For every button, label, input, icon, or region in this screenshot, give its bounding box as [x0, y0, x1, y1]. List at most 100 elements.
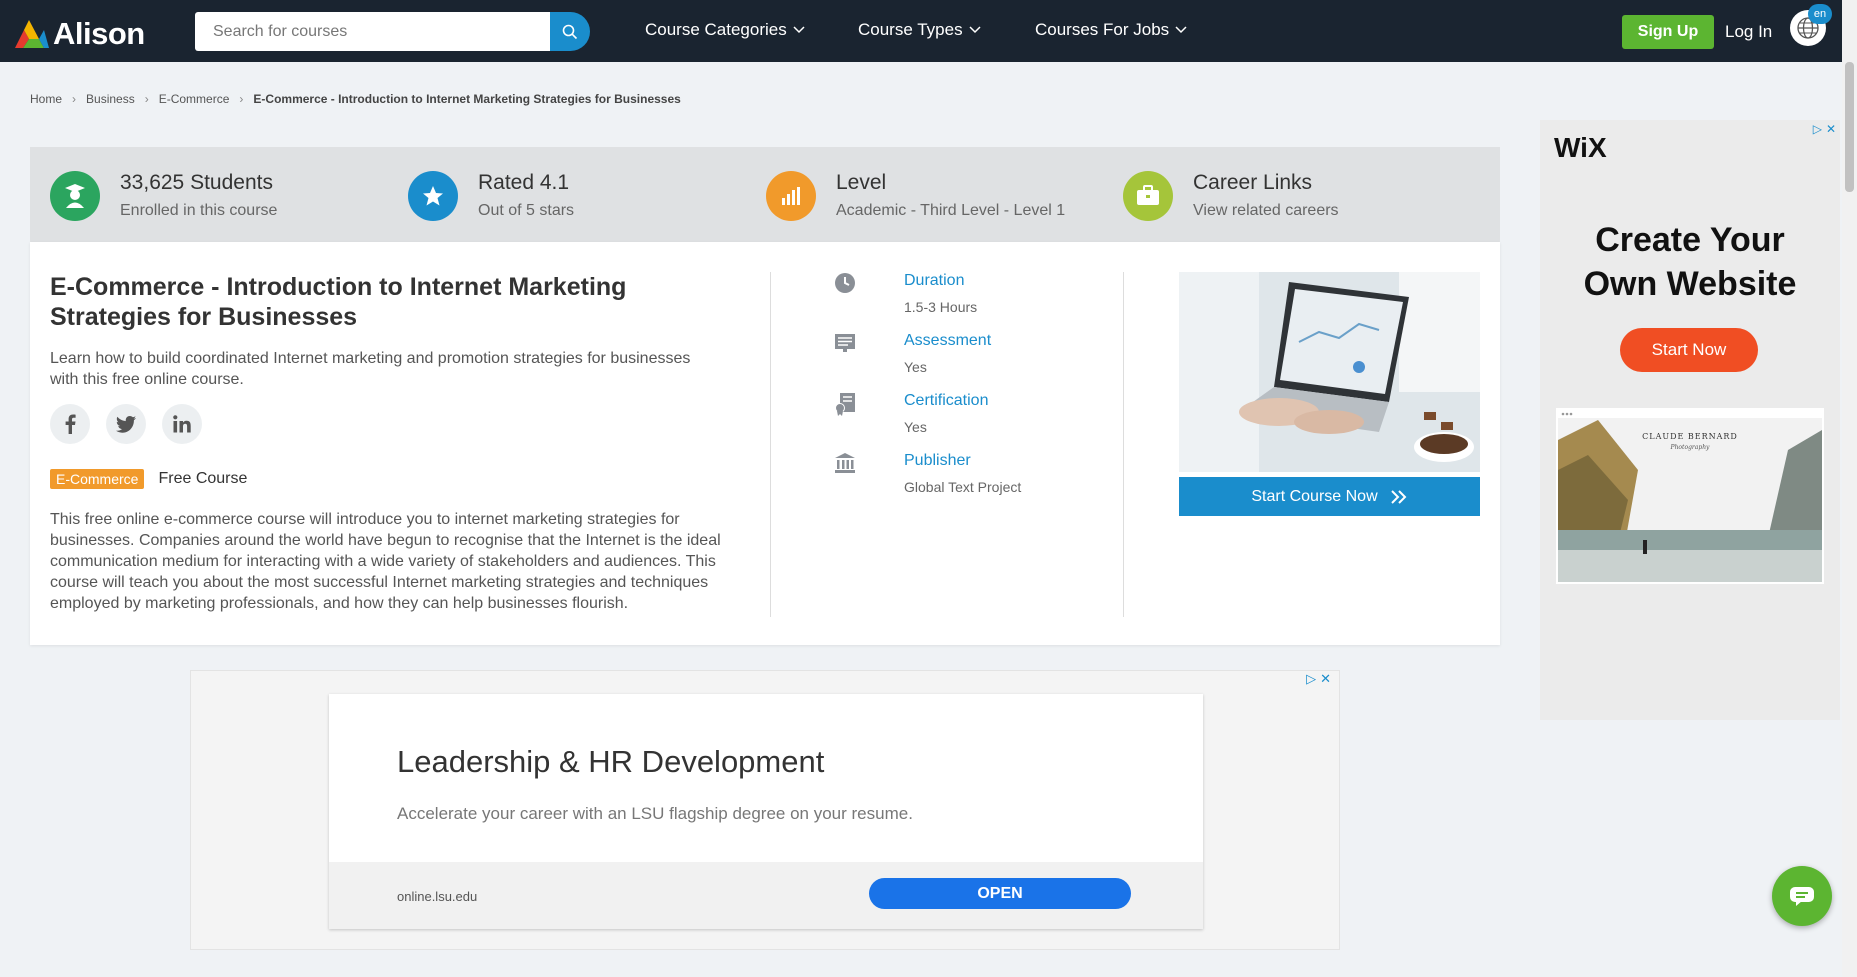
breadcrumb: Home › Business › E-Commerce › E-Commerc…	[30, 92, 681, 106]
ad-preview-subtitle: Photography	[1670, 444, 1710, 451]
detail-value: 1.5-3 Hours	[904, 299, 978, 315]
ad-choices[interactable]: ▷ ✕	[1306, 671, 1331, 687]
search-icon	[562, 24, 578, 39]
ad-headline-line: Create Your	[1595, 221, 1785, 259]
page-scrollbar[interactable]	[1842, 0, 1857, 977]
breadcrumb-ecommerce[interactable]: E-Commerce	[159, 92, 230, 106]
detail-label: Duration	[904, 272, 965, 289]
clock-icon	[830, 272, 860, 315]
detail-assessment: Assessment Yes	[830, 332, 991, 375]
stat-title: 33,625 Students	[120, 171, 273, 194]
course-tags: E-Commerce Free Course	[50, 469, 247, 489]
bank-icon	[830, 452, 860, 495]
breadcrumb-current: E-Commerce - Introduction to Internet Ma…	[253, 92, 681, 106]
logo-text: Alison	[53, 16, 145, 51]
side-advertisement[interactable]: ▷ ✕ WiX Create Your Own Website Start No…	[1540, 120, 1840, 720]
detail-value: Yes	[904, 359, 927, 375]
chevron-down-icon	[793, 26, 805, 34]
stat-career-links[interactable]: Career Links View related careers	[1123, 171, 1339, 221]
chevron-down-icon	[969, 26, 981, 34]
chevron-down-icon	[1175, 26, 1187, 34]
social-share	[50, 404, 202, 444]
scrollbar-thumb[interactable]	[1845, 62, 1854, 192]
assessment-icon	[830, 332, 860, 375]
nav-course-types[interactable]: Course Types	[858, 20, 981, 40]
search-input[interactable]	[195, 12, 550, 51]
nav-label: Course Categories	[645, 20, 787, 39]
detail-publisher: Publisher Global Text Project	[830, 452, 1021, 495]
nav-label: Course Types	[858, 20, 963, 39]
course-stats-bar: 33,625 Students Enrolled in this course …	[30, 147, 1500, 242]
ad-title: Leadership & HR Development	[397, 744, 825, 779]
ad-preview-title: CLAUDE BERNARD	[1642, 432, 1738, 441]
search-button[interactable]	[550, 12, 590, 51]
double-chevron-right-icon	[1390, 489, 1407, 504]
course-lead: Learn how to build coordinated Internet …	[50, 350, 691, 388]
ad-footer: online.lsu.edu OPEN	[329, 862, 1203, 929]
bottom-advertisement: ▷ ✕ Leadership & HR Development Accelera…	[190, 670, 1340, 950]
facebook-icon	[65, 414, 76, 434]
course-image	[1179, 272, 1480, 472]
ad-website-preview: CLAUDE BERNARD Photography	[1556, 408, 1824, 584]
twitter-icon	[116, 415, 136, 433]
linkedin-share-button[interactable]	[162, 404, 202, 444]
ad-subtitle: Accelerate your career with an LSU flags…	[397, 804, 913, 823]
chevron-right-icon: ›	[144, 92, 149, 106]
linkedin-icon	[173, 415, 191, 433]
student-icon	[50, 171, 100, 221]
ad-choices-icon: ▷	[1306, 671, 1317, 686]
stat-subtitle: Academic - Third Level - Level 1	[836, 202, 1066, 219]
stat-subtitle: Out of 5 stars	[478, 202, 575, 219]
close-icon[interactable]: ✕	[1826, 122, 1836, 136]
stat-level: Level Academic - Third Level - Level 1	[766, 171, 1065, 221]
ad-open-button[interactable]: OPEN	[869, 878, 1131, 909]
login-link[interactable]: Log In	[1725, 22, 1772, 42]
detail-label: Assessment	[904, 332, 992, 349]
detail-value: Global Text Project	[904, 479, 1022, 495]
ad-choices-icon: ▷	[1812, 122, 1822, 136]
wix-logo: WiX	[1554, 132, 1607, 163]
nav-course-categories[interactable]: Course Categories	[645, 20, 805, 40]
alison-logo[interactable]: Alison	[15, 16, 145, 52]
course-description: This free online e-commerce course will …	[50, 511, 721, 612]
close-icon[interactable]: ✕	[1320, 671, 1331, 687]
stat-students: 33,625 Students Enrolled in this course	[50, 171, 277, 221]
detail-value: Yes	[904, 419, 927, 435]
detail-label: Certification	[904, 392, 989, 409]
level-chart-icon	[766, 171, 816, 221]
ad-url: online.lsu.edu	[397, 889, 478, 904]
stat-title: Level	[836, 171, 887, 194]
free-course-label: Free Course	[158, 470, 248, 487]
twitter-share-button[interactable]	[106, 404, 146, 444]
breadcrumb-home[interactable]: Home	[30, 92, 62, 106]
start-course-button[interactable]: Start Course Now	[1179, 477, 1480, 516]
course-card: E-Commerce - Introduction to Internet Ma…	[30, 242, 1500, 645]
top-navbar: Alison Course Categories Course Types Co…	[0, 0, 1857, 62]
chat-button[interactable]	[1772, 866, 1832, 926]
ad-choices[interactable]: ▷ ✕	[1813, 122, 1836, 136]
detail-label: Publisher	[904, 452, 971, 469]
column-divider	[1123, 272, 1124, 617]
nav-courses-for-jobs[interactable]: Courses For Jobs	[1035, 20, 1187, 40]
chevron-right-icon: ›	[72, 92, 77, 106]
detail-certification: Certification Yes	[830, 392, 988, 435]
ad-start-now-button[interactable]: Start Now	[1620, 328, 1758, 372]
ad-headline-line: Own Website	[1583, 265, 1797, 303]
language-badge: en	[1808, 4, 1832, 24]
stat-title: Rated 4.1	[478, 171, 570, 194]
chat-icon	[1790, 887, 1814, 906]
facebook-share-button[interactable]	[50, 404, 90, 444]
stat-rating: Rated 4.1 Out of 5 stars	[408, 171, 574, 221]
course-title: E-Commerce - Introduction to Internet Ma…	[50, 273, 627, 331]
briefcase-icon	[1123, 171, 1173, 221]
certificate-icon	[830, 392, 860, 435]
category-tag[interactable]: E-Commerce	[50, 469, 145, 489]
ad-card[interactable]: Leadership & HR Development Accelerate y…	[329, 694, 1203, 929]
signup-button[interactable]: Sign Up	[1622, 15, 1714, 49]
breadcrumb-business[interactable]: Business	[86, 92, 135, 106]
start-course-label: Start Course Now	[1251, 487, 1378, 505]
chevron-right-icon: ›	[239, 92, 244, 106]
stat-title: Career Links	[1193, 171, 1313, 194]
column-divider	[770, 272, 771, 617]
detail-duration: Duration 1.5-3 Hours	[830, 272, 977, 315]
